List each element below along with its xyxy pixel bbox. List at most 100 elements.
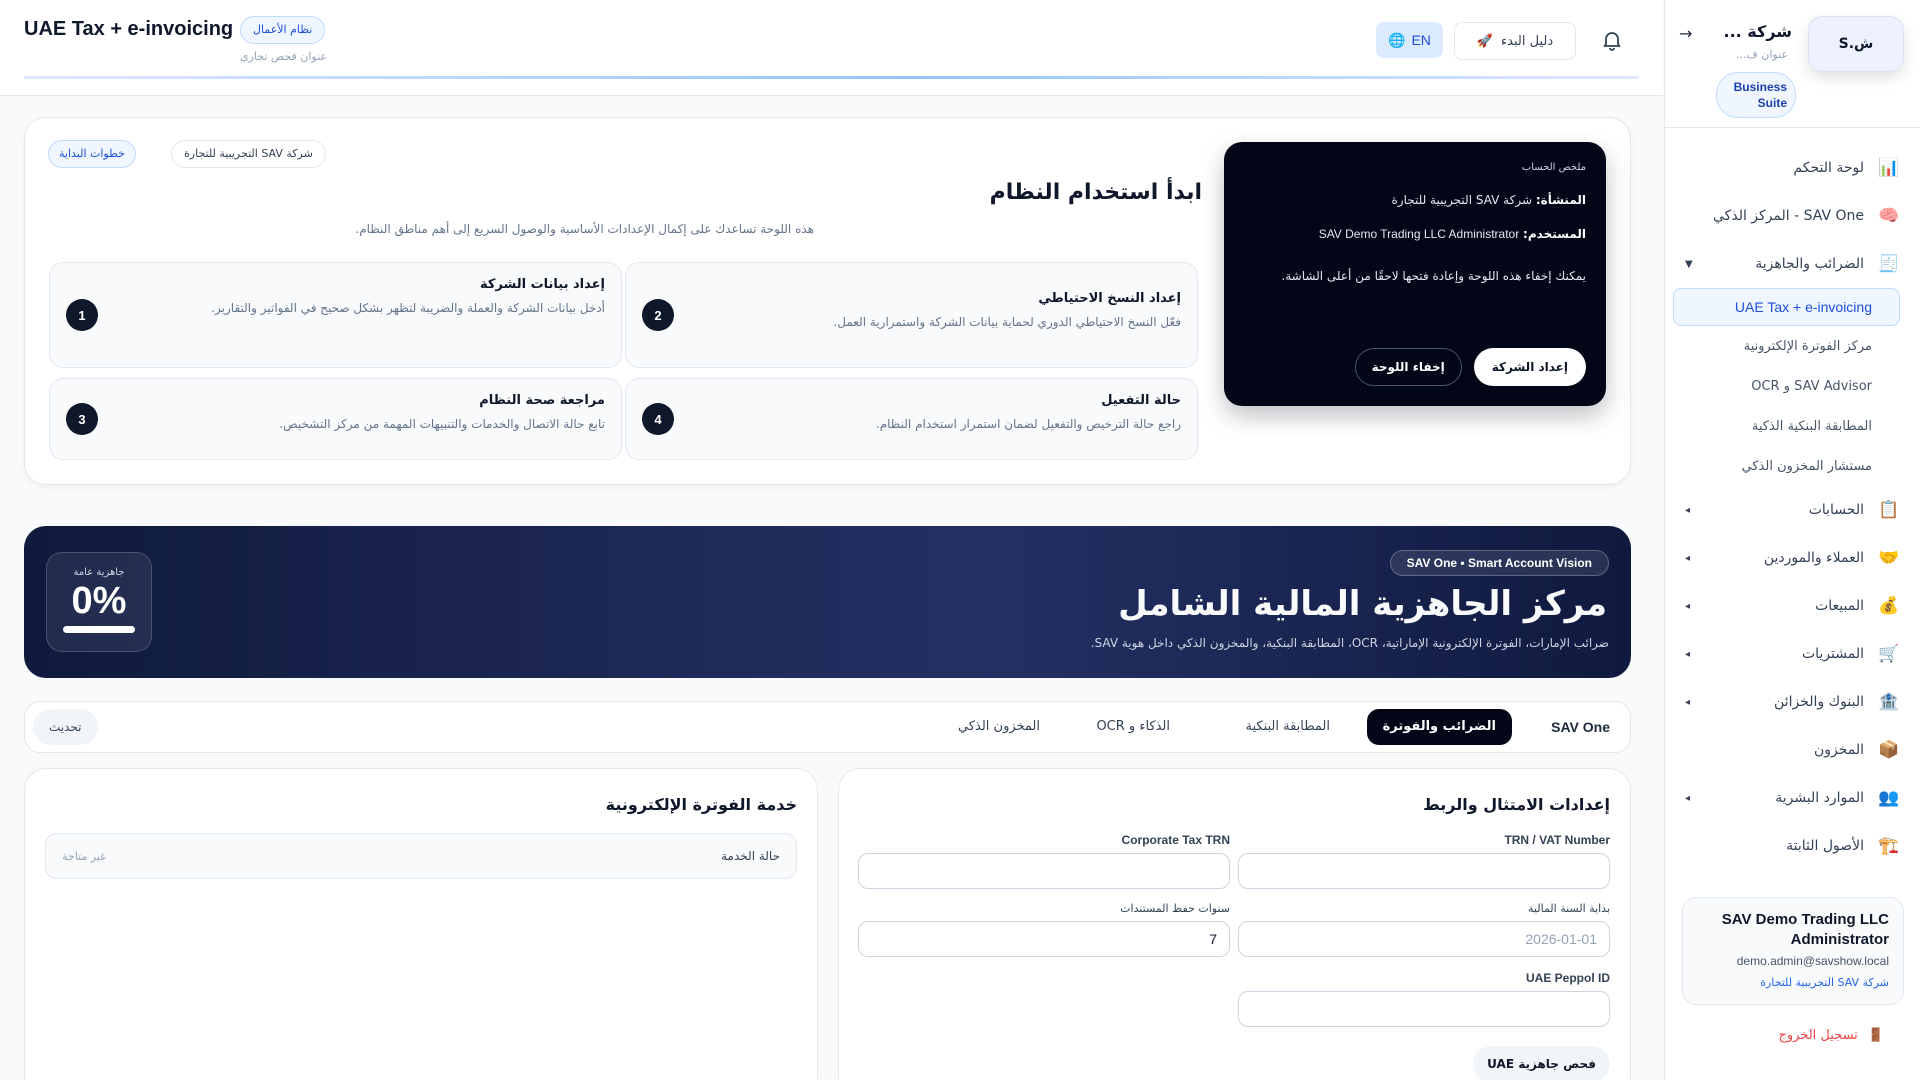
- sidebar-item-dashboard[interactable]: 📊 لوحة التحكم: [1665, 144, 1920, 192]
- sidebar-company-sub: عنوان ف...: [1735, 48, 1788, 61]
- sidebar-item-tax-readiness[interactable]: 🧾 الضرائب والجاهزية ▼: [1665, 240, 1920, 288]
- step-card-activation[interactable]: 4 حالة التفعيل راجع حالة الترخيص والتفعي…: [625, 378, 1198, 460]
- chevron-left-icon: ◂: [1685, 696, 1691, 708]
- sidebar-header: ش.S شركة ... عنوان ف... → Business Suite: [1665, 0, 1920, 128]
- step-title: مراجعة صحة النظام: [479, 393, 605, 408]
- collapse-sidebar-arrow-icon[interactable]: →: [1679, 24, 1692, 43]
- header-progress-line: [24, 76, 1639, 79]
- user-card: SAV Demo Trading LLC Administrator demo.…: [1682, 897, 1904, 1005]
- hide-panel-button[interactable]: إخفاء اللوحة: [1354, 348, 1462, 386]
- user-row: المستخدم: SAV Demo Trading LLC Administr…: [1244, 227, 1586, 241]
- readiness-progress-bar: [63, 626, 135, 633]
- check-uae-readiness-button[interactable]: فحص جاهزية UAE: [1473, 1046, 1610, 1080]
- peppol-label: UAE Peppol ID: [1525, 971, 1610, 985]
- tab-bank-reconciliation[interactable]: المطابقة البنكية: [1246, 709, 1331, 745]
- sidebar-subitem-sav-advisor-ocr[interactable]: SAV Advisor و OCR: [1665, 366, 1920, 406]
- step-card-system-health[interactable]: 3 مراجعة صحة النظام تابع حالة الاتصال وا…: [49, 378, 622, 460]
- trn-label: TRN / VAT Number: [1504, 833, 1610, 847]
- sidebar-item-label: الأصول الثابتة: [1786, 838, 1864, 854]
- top-header: UAE Tax + e-invoicing نظام الأعمال عنوان…: [0, 0, 1663, 96]
- sidebar: ش.S شركة ... عنوان ف... → Business Suite…: [1664, 0, 1920, 1080]
- step-number: 2: [642, 299, 674, 331]
- onboarding-card: خطوات البداية شركة SAV التجريبية للتجارة…: [24, 117, 1631, 485]
- step-title: حالة التفعيل: [1101, 393, 1181, 408]
- receipt-icon: 🧾: [1878, 254, 1900, 274]
- trn-input[interactable]: [1238, 853, 1610, 889]
- sidebar-item-customers-suppliers[interactable]: 🤝 العملاء والموردين ◂: [1665, 534, 1920, 582]
- business-suite-badge: Business Suite: [1716, 72, 1796, 118]
- getting-started-tag[interactable]: خطوات البداية: [48, 140, 136, 168]
- step-title: إعداد النسخ الاحتياطي: [1038, 291, 1181, 306]
- getting-started-guide-button[interactable]: 🚀 دليل البدء: [1454, 22, 1576, 60]
- sidebar-item-inventory[interactable]: 📦 المخزون: [1665, 726, 1920, 774]
- sidebar-item-hr[interactable]: 👥 الموارد البشرية ◂: [1665, 774, 1920, 822]
- construction-icon: 🏗️: [1878, 836, 1900, 856]
- section-tabs: SAV One الضرائب والفوترة المطابقة البنكي…: [24, 701, 1631, 753]
- corporate-tax-input[interactable]: [858, 853, 1230, 889]
- step-number: 4: [642, 403, 674, 435]
- chevron-down-icon: ▼: [1685, 258, 1693, 270]
- compliance-settings-panel: إعدادات الامتثال والربط TRN / VAT Number…: [838, 768, 1631, 1080]
- box-icon: 📦: [1878, 740, 1900, 760]
- people-icon: 👥: [1878, 788, 1900, 808]
- account-note: يمكنك إخفاء هذه اللوحة وإعادة فتحها لاحق…: [1281, 269, 1586, 283]
- hero-title: مركز الجاهزية المالية الشامل: [1118, 584, 1607, 624]
- logout-button[interactable]: 🚪 تسجيل الخروج: [1778, 1028, 1884, 1043]
- door-icon: 🚪: [1867, 1028, 1884, 1043]
- step-number: 3: [66, 403, 98, 435]
- logout-label: تسجيل الخروج: [1778, 1028, 1858, 1043]
- sidebar-item-fixed-assets[interactable]: 🏗️ الأصول الثابتة: [1665, 822, 1920, 870]
- sidebar-item-label: المخزون: [1813, 742, 1864, 758]
- chevron-left-icon: ◂: [1685, 552, 1691, 564]
- chevron-left-icon: ◂: [1685, 648, 1691, 660]
- sidebar-subitem-einvoicing-center[interactable]: مركز الفوترة الإلكترونية: [1665, 326, 1920, 366]
- refresh-button[interactable]: تحديث: [33, 709, 98, 745]
- sidebar-subitem-inventory-advisor[interactable]: مستشار المخزون الذكي: [1665, 446, 1920, 486]
- sidebar-item-purchases[interactable]: 🛒 المشتريات ◂: [1665, 630, 1920, 678]
- fiscal-year-input[interactable]: [1238, 921, 1610, 957]
- einvoice-title: خدمة الفوترة الإلكترونية: [605, 795, 797, 814]
- company-logo[interactable]: ش.S: [1808, 16, 1904, 72]
- corporate-tax-field-group: Corporate Tax TRN: [858, 833, 1230, 889]
- corporate-tax-label: Corporate Tax TRN: [1121, 833, 1230, 847]
- sidebar-item-sav-one[interactable]: 🧠 SAV One - المركز الذكي: [1665, 192, 1920, 240]
- cart-icon: 🛒: [1878, 644, 1900, 664]
- sidebar-item-label: المبيعات: [1815, 598, 1864, 614]
- chevron-left-icon: ◂: [1685, 792, 1691, 804]
- hero-subtitle: ضرائب الإمارات، الفوترة الإلكترونية الإم…: [1090, 636, 1609, 650]
- account-summary-heading: ملخص الحساب: [1521, 162, 1586, 173]
- sidebar-item-label: الضرائب والجاهزية: [1755, 256, 1864, 272]
- retention-input[interactable]: [858, 921, 1230, 957]
- fiscal-year-field-group: بداية السنة المالية: [1238, 902, 1610, 957]
- trn-field-group: TRN / VAT Number: [1238, 833, 1610, 889]
- organization-row: المنشأة: شركة SAV التجريبية للتجارة: [1244, 193, 1587, 207]
- chevron-left-icon: ◂: [1685, 504, 1691, 516]
- service-status-row: حالة الخدمة غير متاحة: [45, 833, 797, 879]
- sidebar-item-sales[interactable]: 💰 المبيعات ◂: [1665, 582, 1920, 630]
- step-description: راجع حالة الترخيص والتفعيل لضمان استمرار…: [875, 417, 1181, 431]
- tab-smart-inventory[interactable]: المخزون الذكي: [958, 709, 1040, 745]
- user-company: شركة SAV التجريبية للتجارة: [1760, 976, 1889, 989]
- globe-icon: 🌐: [1388, 31, 1406, 48]
- tab-ai-ocr[interactable]: الذكاء و OCR: [1096, 709, 1170, 745]
- language-toggle-button[interactable]: 🌐 EN: [1376, 22, 1443, 58]
- user-name: SAV Demo Trading LLC Administrator: [1721, 911, 1889, 948]
- tab-tax-invoicing[interactable]: الضرائب والفوترة: [1366, 709, 1512, 745]
- bell-icon[interactable]: [1600, 28, 1624, 52]
- hero-badge: SAV One • Smart Account Vision: [1389, 550, 1609, 576]
- page-title: UAE Tax + e-invoicing: [24, 18, 234, 40]
- readiness-value: 0%: [71, 580, 127, 622]
- sidebar-subitem-uae-tax[interactable]: UAE Tax + e-invoicing: [1673, 288, 1900, 326]
- sidebar-item-accounts[interactable]: 📋 الحسابات ◂: [1665, 486, 1920, 534]
- sidebar-item-label: المشتريات: [1801, 646, 1864, 662]
- company-tag: شركة SAV التجريبية للتجارة: [171, 140, 326, 168]
- tab-sav-one[interactable]: SAV One: [1551, 709, 1610, 745]
- company-setup-button[interactable]: إعداد الشركة: [1473, 348, 1586, 386]
- sidebar-item-label: لوحة التحكم: [1793, 160, 1864, 176]
- sidebar-item-banks-treasuries[interactable]: 🏦 البنوك والخزائن ◂: [1665, 678, 1920, 726]
- step-card-backup[interactable]: 2 إعداد النسخ الاحتياطي فعّل النسخ الاحت…: [625, 262, 1198, 368]
- peppol-input[interactable]: [1238, 991, 1610, 1027]
- language-label: EN: [1411, 32, 1431, 48]
- sidebar-subitem-bank-reconciliation[interactable]: المطابقة البنكية الذكية: [1665, 406, 1920, 446]
- step-card-company-setup[interactable]: 1 إعداد بيانات الشركة أدخل بيانات الشركة…: [49, 262, 622, 368]
